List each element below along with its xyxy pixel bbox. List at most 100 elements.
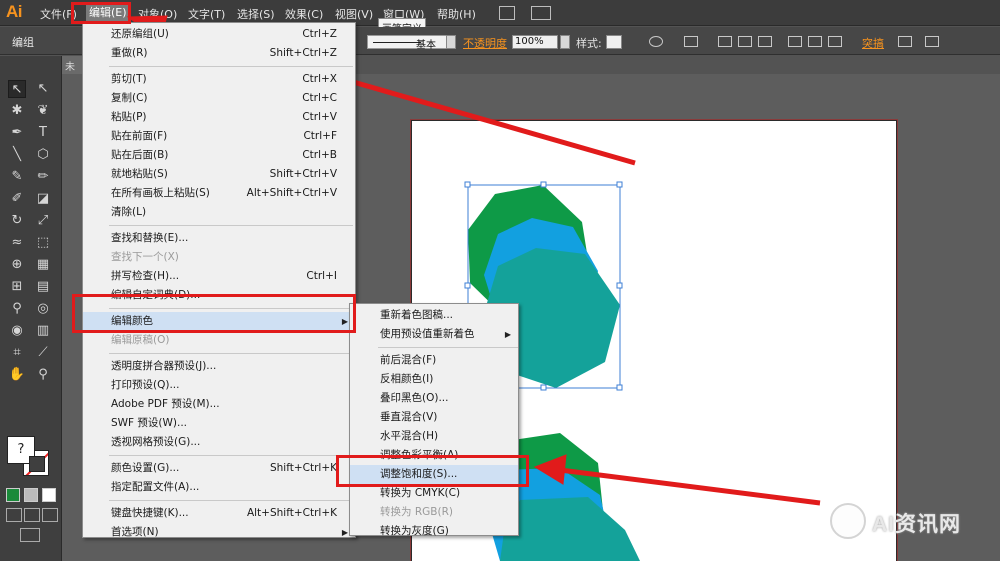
edit-menu-dropdown: 还原编组(U) Ctrl+Z 重做(R) Shift+Ctrl+Z 剪切(T) Ctrl+…	[82, 22, 356, 538]
gradient-mode-icon[interactable]	[24, 488, 38, 502]
pen-tool-icon[interactable]: ✒	[8, 124, 26, 142]
menu-item[interactable]: 打印预设(Q)...	[83, 376, 355, 395]
pencil-tool-icon[interactable]: ✏	[34, 168, 52, 186]
draw-behind-icon[interactable]	[24, 508, 40, 522]
menu-item[interactable]: 粘贴(P) Ctrl+V	[83, 108, 355, 127]
align-left-icon[interactable]	[718, 36, 732, 47]
transform-icon[interactable]	[898, 36, 912, 47]
shape-tool-icon[interactable]: ⬡	[34, 146, 52, 164]
opacity-dropdown-arrow[interactable]	[560, 35, 570, 49]
gradient-tool-icon[interactable]: ▤	[34, 278, 52, 296]
none-mode-icon[interactable]	[42, 488, 56, 502]
menu-item[interactable]: 水平混合(H)	[350, 427, 518, 446]
menu-item[interactable]: 转换为灰度(G)	[350, 522, 518, 541]
arrange-documents-icon[interactable]	[531, 6, 551, 20]
eyedropper-tool-icon[interactable]: ⚲	[8, 300, 26, 318]
draw-normal-icon[interactable]	[6, 508, 22, 522]
screen-mode-icon[interactable]	[20, 528, 40, 542]
menu-item[interactable]: 查找和替换(E)...	[83, 229, 355, 248]
symbol-sprayer-tool-icon[interactable]: ◉	[8, 322, 26, 340]
align-top-icon[interactable]	[788, 36, 802, 47]
hand-tool-icon[interactable]: ✋	[8, 366, 26, 384]
artboard-tool-icon[interactable]: ⌗	[8, 344, 26, 362]
menu-5[interactable]: 效果(C)	[285, 6, 323, 22]
menu-item[interactable]: 复制(C) Ctrl+C	[83, 89, 355, 108]
menu-item-label: 转换为灰度(G)	[380, 525, 449, 537]
magic-wand-tool-icon[interactable]: ✱	[8, 102, 26, 120]
menu-item[interactable]: 重做(R) Shift+Ctrl+Z	[83, 44, 355, 63]
menu-item-shortcut: Ctrl+Z	[302, 28, 337, 40]
menu-item[interactable]: 指定配置文件(A)...	[83, 478, 355, 497]
slice-tool-icon[interactable]: ⟋	[34, 344, 52, 362]
menu-item[interactable]: 反相颜色(I)	[350, 370, 518, 389]
align-center-icon[interactable]	[738, 36, 752, 47]
menu-item[interactable]: 透明度拼合器预设(J)...	[83, 357, 355, 376]
opacity-input[interactable]: 100%	[512, 35, 558, 49]
free-transform-tool-icon[interactable]: ⬚	[34, 234, 52, 252]
align-right-icon[interactable]	[758, 36, 772, 47]
bridge-icon[interactable]	[499, 6, 515, 20]
menu-item[interactable]: 还原编组(U) Ctrl+Z	[83, 25, 355, 44]
menu-item[interactable]: 首选项(N) ▶	[83, 523, 355, 542]
menu-item-label: 反相颜色(I)	[380, 373, 434, 385]
menu-item[interactable]: 重新着色图稿...	[350, 306, 518, 325]
menu-item-label: 贴在前面(F)	[111, 130, 168, 142]
annotation-box-edit-menu	[71, 2, 131, 24]
menu-item[interactable]: 贴在前面(F) Ctrl+F	[83, 127, 355, 146]
menu-item[interactable]: SWF 预设(W)...	[83, 414, 355, 433]
blob-brush-tool-icon[interactable]: ✐	[8, 190, 26, 208]
menu-6[interactable]: 视图(V)	[335, 6, 373, 22]
warp-tool-icon[interactable]: ≈	[8, 234, 26, 252]
menu-4[interactable]: 选择(S)	[237, 6, 275, 22]
menu-item-shortcut: Shift+Ctrl+K	[269, 462, 337, 474]
menu-item[interactable]: 使用预设值重新着色 ▶	[350, 325, 518, 344]
recolor-artwork-icon[interactable]	[649, 36, 663, 47]
menu-item[interactable]: 前后混合(F)	[350, 351, 518, 370]
stroke-profile-dropdown[interactable]: 基本	[367, 35, 455, 51]
eraser-tool-icon[interactable]: ◪	[34, 190, 52, 208]
menu-2[interactable]: 对象(O)	[138, 6, 177, 22]
opacity-link[interactable]: 不透明度	[463, 35, 507, 51]
menu-item: 编辑原稿(O)	[83, 331, 355, 350]
line-tool-icon[interactable]: ╲	[8, 146, 26, 164]
menu-item[interactable]: 垂直混合(V)	[350, 408, 518, 427]
rotate-tool-icon[interactable]: ↻	[8, 212, 26, 230]
menu-item[interactable]: 键盘快捷键(K)... Alt+Shift+Ctrl+K	[83, 504, 355, 523]
menu-item[interactable]: 贴在后面(B) Ctrl+B	[83, 146, 355, 165]
menu-item[interactable]: 颜色设置(G)... Shift+Ctrl+K	[83, 459, 355, 478]
menu-8[interactable]: 帮助(H)	[437, 6, 476, 22]
menu-item[interactable]: 在所有画板上粘贴(S) Alt+Shift+Ctrl+V	[83, 184, 355, 203]
isolate-group-link[interactable]: 突搞	[862, 35, 884, 51]
selection-tool-icon[interactable]: ↖	[8, 80, 26, 98]
menu-item[interactable]: 拼写检查(H)... Ctrl+I	[83, 267, 355, 286]
scale-tool-icon[interactable]: ⤢	[34, 212, 52, 230]
direct-selection-tool-icon[interactable]: ↖	[34, 80, 52, 98]
blend-tool-icon[interactable]: ◎	[34, 300, 52, 318]
menu-3[interactable]: 文字(T)	[188, 6, 225, 22]
menu-item[interactable]: 清除(L)	[83, 203, 355, 222]
zoom-tool-icon[interactable]: ⚲	[34, 366, 52, 384]
tools-panel: ↖ ↖ ✱ ❦ ✒ T ╲ ⬡ ✎ ✏ ✐ ◪ ↻ ⤢ ≈ ⬚ ⊕ ▦ ⊞ ▤ …	[0, 56, 62, 561]
shape-builder-tool-icon[interactable]: ⊕	[8, 256, 26, 274]
type-tool-icon[interactable]: T	[34, 124, 52, 142]
color-mode-icon[interactable]	[6, 488, 20, 502]
menu-item[interactable]: 剪切(T) Ctrl+X	[83, 70, 355, 89]
align-bottom-icon[interactable]	[828, 36, 842, 47]
graphic-style-swatch[interactable]	[606, 35, 622, 49]
graph-tool-icon[interactable]: ▥	[34, 322, 52, 340]
perspective-grid-tool-icon[interactable]: ▦	[34, 256, 52, 274]
menu-item-shortcut: Ctrl+C	[302, 92, 337, 104]
menu-item[interactable]: 叠印黑色(O)...	[350, 389, 518, 408]
align-middle-icon[interactable]	[808, 36, 822, 47]
mesh-tool-icon[interactable]: ⊞	[8, 278, 26, 296]
paintbrush-tool-icon[interactable]: ✎	[8, 168, 26, 186]
menu-item[interactable]: 透视网格预设(G)...	[83, 433, 355, 452]
panel-menu-icon[interactable]	[925, 36, 939, 47]
menu-item[interactable]: 就地粘贴(S) Shift+Ctrl+V	[83, 165, 355, 184]
fill-stroke-control[interactable]: ?	[7, 436, 53, 480]
lasso-tool-icon[interactable]: ❦	[34, 102, 52, 120]
menu-item[interactable]: Adobe PDF 预设(M)...	[83, 395, 355, 414]
draw-inside-icon[interactable]	[42, 508, 58, 522]
align-icon[interactable]	[684, 36, 698, 47]
stroke-dropdown-arrow[interactable]	[446, 35, 456, 49]
